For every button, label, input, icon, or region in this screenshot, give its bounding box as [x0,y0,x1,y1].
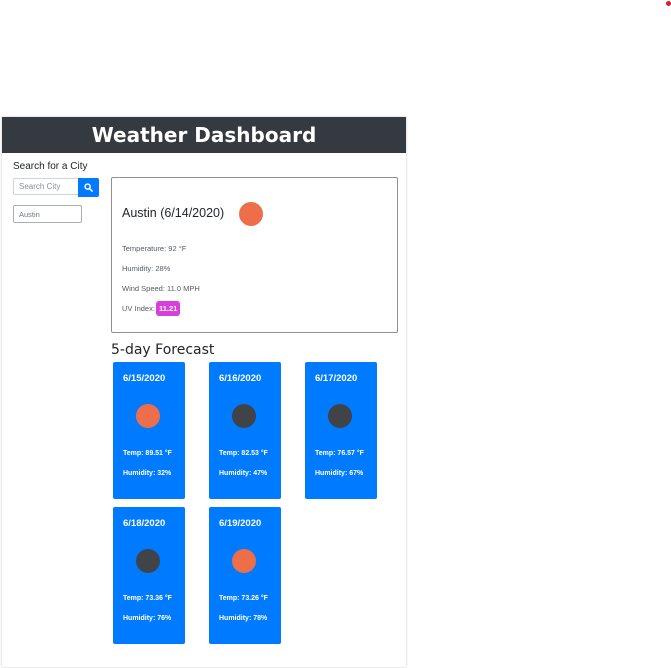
forecast-temp: Temp: 76.57 °F [315,450,364,457]
forecast-card: 6/17/2020 Temp: 76.57 °F Humidity: 67% [305,362,377,499]
sun-icon [239,202,263,226]
history-item-austin[interactable]: Austin [13,205,82,223]
search-button[interactable] [78,178,99,197]
current-humidity: Humidity: 28% [122,264,171,273]
forecast-card: 6/15/2020 Temp: 89.51 °F Humidity: 32% [113,362,185,499]
sun-icon [232,549,256,573]
current-weather-card: Austin (6/14/2020) Temperature: 92 °F Hu… [111,177,398,333]
forecast-temp: Temp: 82.53 °F [219,450,268,457]
cloud-icon [136,549,160,573]
forecast-title: 5-day Forecast [111,342,215,358]
current-uv-row: UV Index: 11.21 [122,301,181,316]
forecast-humidity: Humidity: 67% [315,470,364,477]
forecast-humidity: Humidity: 76% [123,615,172,622]
forecast-date: 6/19/2020 [219,518,262,529]
cloud-icon [232,404,256,428]
search-icon [84,183,93,192]
current-city-title: Austin (6/14/2020) [122,206,225,220]
search-input[interactable] [13,178,81,195]
current-wind-speed: Wind Speed: 11.0 MPH [122,284,200,293]
forecast-temp: Temp: 73.26 °F [219,595,268,602]
forecast-date: 6/18/2020 [123,518,166,529]
notification-dot [666,1,671,6]
page-header: Weather Dashboard [2,117,406,153]
cloud-icon [328,404,352,428]
weather-dashboard: Weather Dashboard Search for a City Aust… [2,117,406,667]
uv-badge: 11.21 [155,301,181,316]
search-title: Search for a City [13,161,88,172]
forecast-humidity: Humidity: 47% [219,470,268,477]
page-title: Weather Dashboard [91,123,317,147]
forecast-temp: Temp: 73.36 °F [123,595,172,602]
forecast-card: 6/18/2020 Temp: 73.36 °F Humidity: 76% [113,507,185,644]
forecast-humidity: Humidity: 78% [219,615,268,622]
uv-label: UV Index: [122,304,155,313]
forecast-date: 6/16/2020 [219,373,262,384]
sun-icon [136,404,160,428]
forecast-temp: Temp: 89.51 °F [123,450,172,457]
current-temperature: Temperature: 92 °F [122,244,187,253]
forecast-card: 6/16/2020 Temp: 82.53 °F Humidity: 47% [209,362,281,499]
forecast-humidity: Humidity: 32% [123,470,172,477]
forecast-date: 6/15/2020 [123,373,166,384]
forecast-date: 6/17/2020 [315,373,358,384]
forecast-card: 6/19/2020 Temp: 73.26 °F Humidity: 78% [209,507,281,644]
